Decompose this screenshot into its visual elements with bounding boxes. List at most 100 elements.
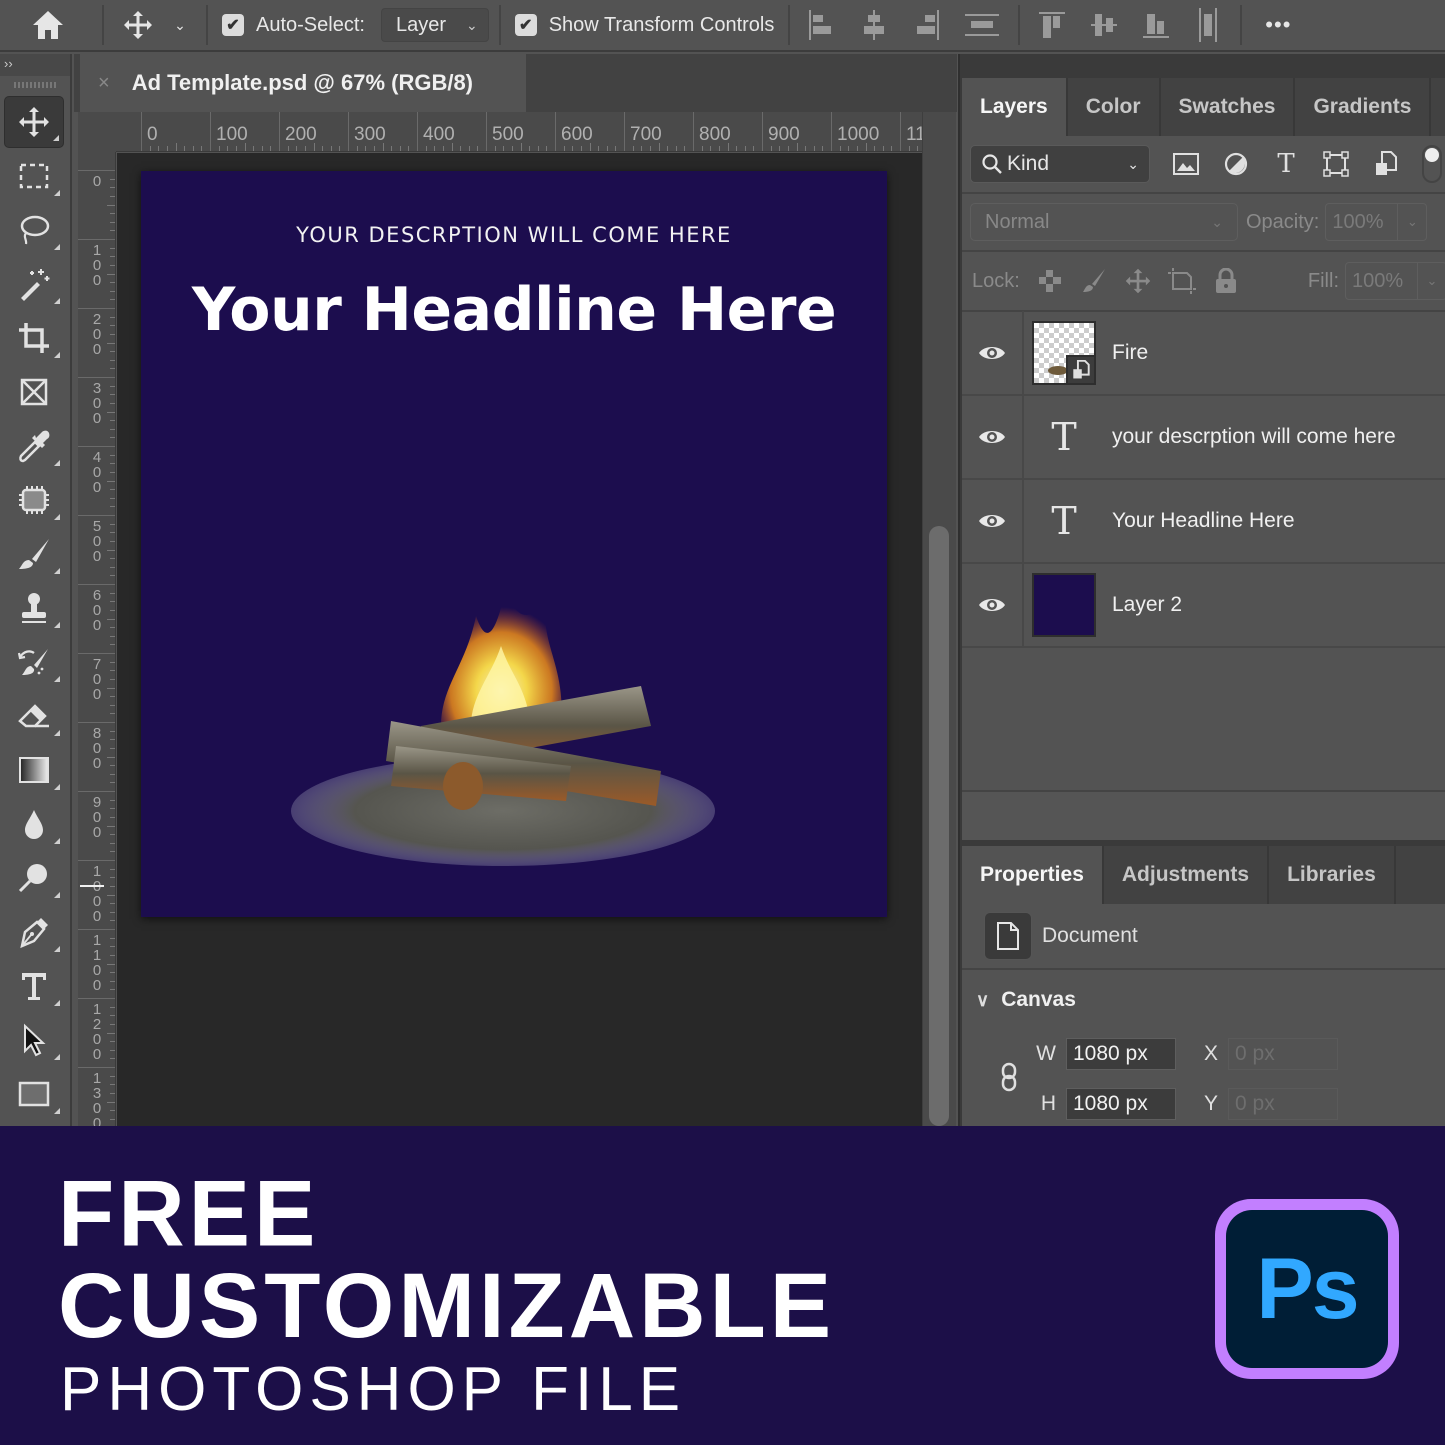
align-right-edges-icon[interactable] [913, 8, 940, 42]
canvas-section-header[interactable]: ∨ Canvas [962, 970, 1445, 1030]
lock-position-button[interactable] [1124, 267, 1152, 295]
filter-adjustment-layers-button[interactable] [1222, 150, 1250, 178]
filter-type-layers-button[interactable]: T [1272, 149, 1300, 179]
lock-artboard-button[interactable] [1167, 267, 1196, 295]
horizontal-ruler[interactable]: 0 100 200 300 400 500 600 700 800 900 1000 11 [116, 112, 922, 152]
opacity-value[interactable]: 100% [1326, 204, 1399, 240]
ruler-origin[interactable] [78, 112, 116, 152]
distribute-horizontal-icon[interactable] [1195, 8, 1221, 42]
brush-tool[interactable] [4, 528, 64, 580]
blur-tool[interactable] [4, 798, 64, 850]
tab-color[interactable]: Color [1068, 78, 1161, 136]
visibility-toggle[interactable] [962, 479, 1024, 563]
filter-kind-dropdown[interactable]: Kind ⌄ [970, 145, 1150, 183]
filter-pixel-layers-button[interactable] [1172, 150, 1200, 178]
tab-libraries[interactable]: Libraries [1269, 846, 1396, 904]
dodge-tool[interactable] [4, 852, 64, 904]
vertical-ruler[interactable]: 0 100 200 300 400 500 600 700 800 900 1000 1100 1200… [78, 152, 116, 1126]
visibility-toggle[interactable] [962, 395, 1024, 479]
collapse-toolbar-button[interactable]: ›› [0, 54, 70, 76]
move-tool-preset[interactable] [110, 5, 166, 45]
layer-name[interactable]: your descrption will come here [1112, 425, 1396, 449]
lock-transparent-pixels-button[interactable] [1036, 267, 1064, 295]
document-tab[interactable]: × Ad Template.psd @ 67% (RGB/8) [80, 54, 526, 112]
tab-adjustments[interactable]: Adjustments [1104, 846, 1270, 904]
auto-select-target-dropdown[interactable]: Layer ⌄ [380, 8, 489, 42]
visibility-toggle[interactable] [962, 311, 1024, 395]
artboard[interactable]: YOUR DESCRPTION WILL COME HERE Your Head… [141, 171, 887, 917]
align-horizontal-centers-icon[interactable] [861, 8, 887, 42]
history-brush-tool[interactable] [4, 636, 64, 688]
fill-input[interactable]: 100% ⌄ [1345, 262, 1445, 300]
ruler-h-minor-tick [322, 146, 324, 151]
tab-layers[interactable]: Layers [962, 78, 1068, 136]
auto-select-checkbox[interactable]: ✔ [222, 14, 244, 36]
filter-toggle-switch[interactable] [1422, 145, 1442, 183]
show-transform-checkbox[interactable]: ✔ [514, 14, 537, 36]
tab-properties[interactable]: Properties [962, 846, 1104, 904]
lasso-tool[interactable] [4, 204, 64, 256]
opacity-input[interactable]: 100% ⌄ [1325, 203, 1428, 241]
rectangular-marquee-tool[interactable] [4, 150, 64, 202]
type-tool[interactable] [4, 960, 64, 1012]
fill-value[interactable]: 100% [1346, 263, 1418, 299]
eraser-tool[interactable] [4, 690, 64, 742]
vertical-scrollbar[interactable] [922, 112, 956, 1126]
ruler-v-minor-tick [110, 264, 115, 266]
eyedropper-tool[interactable] [4, 420, 64, 472]
layer-row-headline[interactable]: T Your Headline Here [962, 479, 1445, 564]
align-vertical-centers-icon[interactable] [1091, 8, 1118, 42]
frame-tool[interactable] [4, 366, 64, 418]
chevron-down-icon[interactable]: ⌄ [1418, 263, 1445, 299]
ruler-v-minor-tick [110, 368, 115, 370]
canvas-height-input[interactable]: 1080 px [1066, 1088, 1176, 1120]
ruler-h-minor-tick [166, 146, 168, 151]
layer-name[interactable]: Layer 2 [1112, 593, 1182, 617]
canvas-width-input[interactable]: 1080 px [1066, 1038, 1176, 1070]
clone-stamp-tool[interactable] [4, 582, 64, 634]
lock-all-button[interactable] [1212, 267, 1240, 295]
spot-healing-tool-icon [19, 486, 49, 514]
blend-mode-dropdown[interactable]: Normal ⌄ [970, 203, 1238, 241]
link-dimensions-button[interactable] [1000, 1062, 1018, 1097]
layer-row-fire[interactable]: Fire [962, 311, 1445, 396]
distribute-vertical-icon[interactable] [965, 8, 1000, 42]
auto-select-toggle[interactable]: ✔ Auto-Select: [222, 14, 365, 37]
more-options-button[interactable]: ••• [1248, 5, 1308, 45]
artboard-description-text[interactable]: YOUR DESCRPTION WILL COME HERE [141, 223, 887, 247]
chevron-down-icon[interactable]: ⌄ [1398, 204, 1426, 240]
tab-gradients[interactable]: Gradients [1295, 78, 1432, 136]
path-selection-tool[interactable] [4, 1014, 64, 1066]
gradient-tool[interactable] [4, 744, 64, 796]
move-tool[interactable] [4, 96, 64, 148]
crop-tool[interactable] [4, 312, 64, 364]
filter-smart-objects-button[interactable] [1372, 150, 1400, 178]
filter-shape-layers-button[interactable] [1322, 150, 1350, 178]
pen-tool[interactable] [4, 906, 64, 958]
lock-image-pixels-button[interactable] [1080, 267, 1108, 295]
toolbar-grip[interactable] [0, 76, 70, 94]
layer-row-description[interactable]: T your descrption will come here [962, 395, 1445, 480]
scrollbar-thumb[interactable] [929, 526, 949, 1126]
visibility-toggle[interactable] [962, 563, 1024, 647]
layer-name[interactable]: Your Headline Here [1112, 509, 1295, 533]
magic-wand-tool[interactable] [4, 258, 64, 310]
home-button[interactable] [0, 5, 96, 45]
rectangle-tool[interactable] [4, 1068, 64, 1120]
tab-swatches[interactable]: Swatches [1161, 78, 1296, 136]
tool-group-indicator [54, 352, 60, 358]
show-transform-toggle[interactable]: ✔ Show Transform Controls [514, 14, 774, 37]
close-icon[interactable]: × [98, 72, 110, 95]
chevron-down-icon: ⌄ [465, 16, 478, 33]
layer-row-layer-2[interactable]: Layer 2 [962, 563, 1445, 648]
dodge-tool-icon [18, 864, 47, 893]
artboard-headline-text[interactable]: Your Headline Here [141, 275, 887, 345]
spot-healing-tool[interactable] [4, 474, 64, 526]
align-left-edges-icon[interactable] [809, 8, 835, 42]
layer-name[interactable]: Fire [1112, 341, 1148, 365]
campfire-image[interactable] [291, 576, 721, 876]
ruler-v-minor-tick [110, 394, 115, 396]
align-bottom-edges-icon[interactable] [1143, 8, 1170, 42]
tool-preset-dropdown[interactable]: ⌄ [166, 5, 194, 45]
align-top-edges-icon[interactable] [1039, 8, 1066, 42]
